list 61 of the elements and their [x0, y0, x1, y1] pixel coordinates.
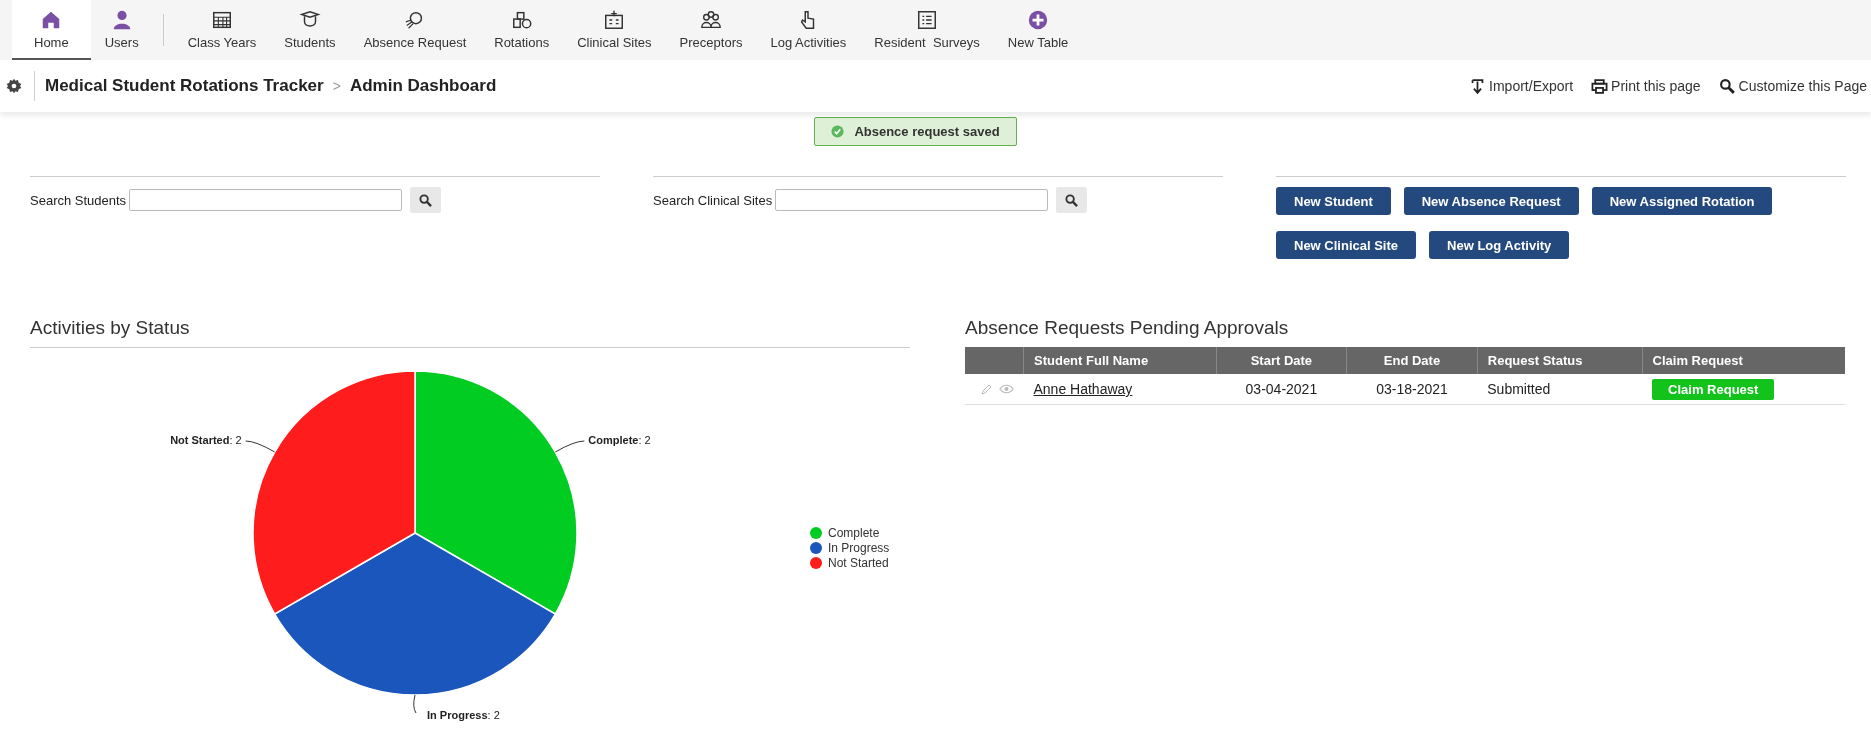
- slice-label: Complete: 2: [588, 434, 651, 446]
- column-header: Student Full Name: [1023, 347, 1217, 374]
- search-button[interactable]: [410, 187, 442, 213]
- search-icon: [1065, 193, 1079, 207]
- list-icon: [916, 8, 939, 31]
- page-title: Admin Dashboard: [349, 76, 497, 96]
- leader-line: [554, 440, 585, 453]
- section-title: Activities by Status: [30, 317, 191, 340]
- header-action-link[interactable]: Customize this Page: [1718, 77, 1867, 95]
- nav-tab[interactable]: Users: [90, 0, 153, 60]
- settings-icon[interactable]: [6, 78, 22, 94]
- column-header: Request Status: [1477, 347, 1643, 374]
- legend-label: Complete: [828, 526, 880, 540]
- new-record-button[interactable]: New Log Activity: [1429, 231, 1570, 259]
- column-header: Start Date: [1216, 347, 1347, 374]
- hospital-icon: [603, 8, 626, 31]
- search-icon: [1718, 77, 1736, 95]
- search-button[interactable]: [1056, 187, 1088, 213]
- eye-icon[interactable]: [998, 383, 1014, 395]
- slice-label: Not Started: 2: [170, 434, 242, 446]
- nav-tab[interactable]: New Table: [993, 0, 1083, 60]
- new-record-button[interactable]: New Student: [1276, 187, 1391, 215]
- nav-tab[interactable]: Absence Request: [349, 0, 481, 60]
- legend-label: In Progress: [828, 541, 890, 555]
- nav-tab[interactable]: Class Years: [173, 0, 271, 60]
- new-record-button[interactable]: New Clinical Site: [1276, 231, 1417, 259]
- table-cell: 03-04-2021: [1216, 374, 1347, 405]
- plus-icon: [1027, 8, 1050, 31]
- search-field[interactable]: [129, 189, 403, 211]
- leader-line: [245, 440, 276, 453]
- nav-tab[interactable]: Log Activities: [756, 0, 861, 60]
- student-name-link[interactable]: Anne Hathaway: [1033, 381, 1133, 397]
- column-header: Claim Request: [1642, 347, 1845, 374]
- search-label: Search Students: [30, 192, 127, 208]
- check-icon: [831, 125, 845, 138]
- toast-message: Absence request saved: [854, 124, 1000, 139]
- breadcrumb-separator: >: [332, 78, 341, 94]
- nav-tab[interactable]: Preceptors: [665, 0, 757, 60]
- pencil-icon[interactable]: [980, 383, 993, 395]
- new-record-button[interactable]: New Absence Request: [1403, 187, 1579, 215]
- nav-tab[interactable]: Resident Surveys: [860, 0, 994, 60]
- nav-tab[interactable]: Students: [270, 0, 350, 60]
- nav-tab[interactable]: Rotations: [480, 0, 564, 60]
- header-action-link[interactable]: Import/Export: [1469, 77, 1574, 95]
- search-icon: [419, 193, 433, 207]
- table-cell: Submitted: [1477, 374, 1643, 405]
- new-record-button[interactable]: New Assigned Rotation: [1591, 187, 1773, 215]
- column-header: End Date: [1346, 347, 1478, 374]
- app-title[interactable]: Medical Student Rotations Tracker: [45, 76, 324, 96]
- table-cell: 03-18-2021: [1346, 374, 1478, 405]
- people-icon: [700, 8, 723, 31]
- printer-icon: [1591, 77, 1609, 95]
- nav-tab[interactable]: Home: [12, 0, 91, 60]
- section-title: Absence Requests Pending Approvals: [965, 317, 1290, 340]
- search-field[interactable]: [775, 189, 1049, 211]
- search-label: Search Clinical Sites: [653, 192, 773, 208]
- nav-tab[interactable]: Clinical Sites: [563, 0, 666, 60]
- header-action-link[interactable]: Print this page: [1591, 77, 1701, 95]
- slice-label: In Progress: 2: [427, 709, 500, 721]
- leader-line: [413, 694, 417, 714]
- legend-label: Not Started: [828, 556, 889, 570]
